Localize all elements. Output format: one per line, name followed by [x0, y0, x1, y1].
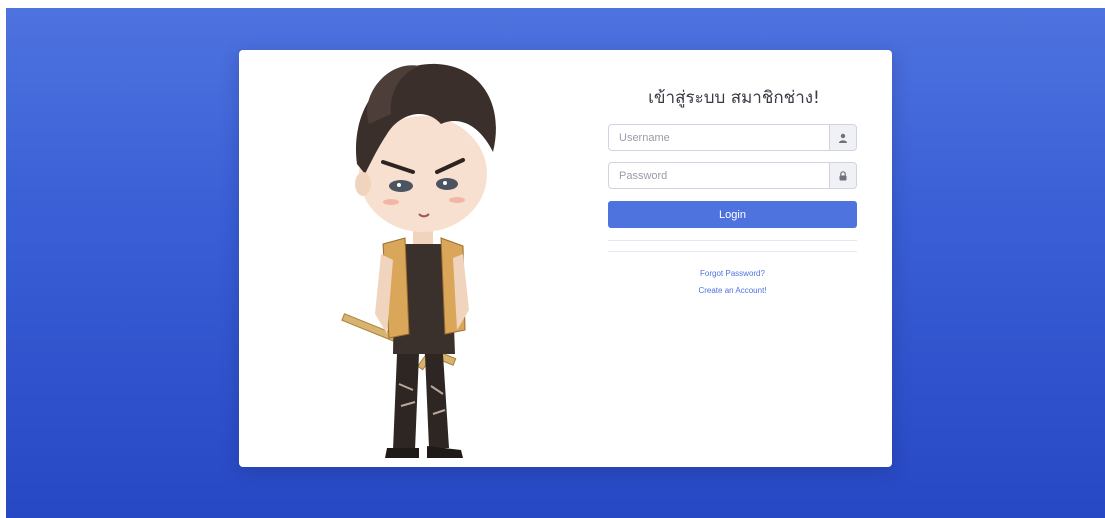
page-background: เข้าสู่ระบบ สมาชิกช่าง! Login Forgo: [6, 8, 1105, 518]
user-icon: [829, 125, 856, 150]
divider: [608, 240, 857, 241]
divider: [608, 251, 857, 252]
password-field[interactable]: [608, 162, 857, 189]
lock-icon: [829, 163, 856, 188]
username-field[interactable]: [608, 124, 857, 151]
chibi-character-illustration: [341, 63, 496, 458]
username-input[interactable]: [609, 125, 829, 150]
login-card: เข้าสู่ระบบ สมาชิกช่าง! Login Forgo: [239, 50, 892, 467]
login-button[interactable]: Login: [608, 201, 857, 228]
password-input[interactable]: [609, 163, 829, 188]
create-account-link[interactable]: Create an Account!: [608, 286, 857, 295]
login-title: เข้าสู่ระบบ สมาชิกช่าง!: [648, 88, 820, 108]
forgot-password-link[interactable]: Forgot Password?: [608, 269, 857, 278]
